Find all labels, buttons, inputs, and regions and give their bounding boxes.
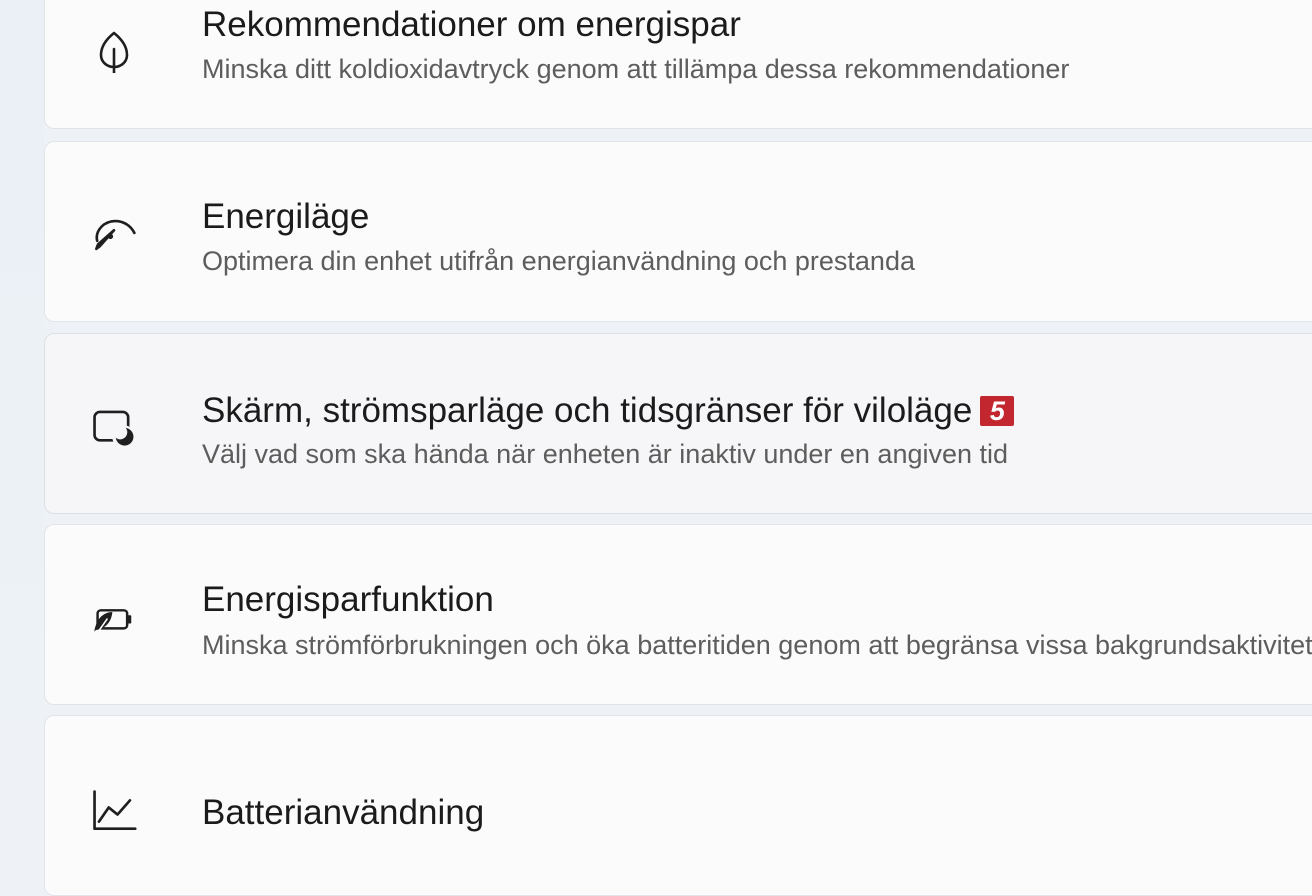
screen-sleep-card[interactable]: Skärm, strömsparläge och tidsgränser för… bbox=[44, 333, 1312, 514]
screen-sleep-title: Skärm, strömsparläge och tidsgränser för… bbox=[202, 391, 1015, 431]
energy-recommendations-card[interactable]: Rekommendationer om energispar Minska di… bbox=[44, 0, 1312, 129]
page-background bbox=[0, 0, 44, 856]
leaf-icon bbox=[91, 27, 137, 73]
battery-saver-subtitle: Minska strömförbrukningen och öka batter… bbox=[202, 630, 1312, 660]
power-mode-title: Energiläge bbox=[202, 197, 370, 236]
battery-saver-card[interactable]: Energisparfunktion Minska strömförbrukni… bbox=[44, 524, 1312, 705]
power-mode-card[interactable]: Energiläge Optimera din enhet utifrån en… bbox=[44, 141, 1312, 322]
screen-sleep-title-text: Skärm, strömsparläge och tidsgränser för… bbox=[202, 391, 973, 430]
speedometer-icon bbox=[91, 209, 137, 255]
screen-sleep-subtitle: Välj vad som ska hända när enheten är in… bbox=[202, 439, 1009, 469]
screen-sleep-icon bbox=[91, 404, 137, 450]
energy-recommendations-title: Rekommendationer om energispar bbox=[202, 5, 741, 44]
battery-usage-card[interactable]: Batterianvändning bbox=[44, 715, 1312, 896]
power-settings-list: Rekommendationer om energispar Minska di… bbox=[44, 0, 1312, 896]
battery-saver-icon bbox=[91, 598, 137, 644]
line-chart-icon bbox=[91, 788, 137, 834]
battery-saver-title: Energisparfunktion bbox=[202, 580, 494, 619]
power-mode-subtitle: Optimera din enhet utifrån energianvändn… bbox=[202, 246, 915, 276]
annotation-badge: 5 bbox=[980, 396, 1015, 426]
energy-recommendations-subtitle: Minska ditt koldioxidavtryck genom att t… bbox=[202, 54, 1070, 84]
battery-usage-title: Batterianvändning bbox=[202, 793, 485, 832]
